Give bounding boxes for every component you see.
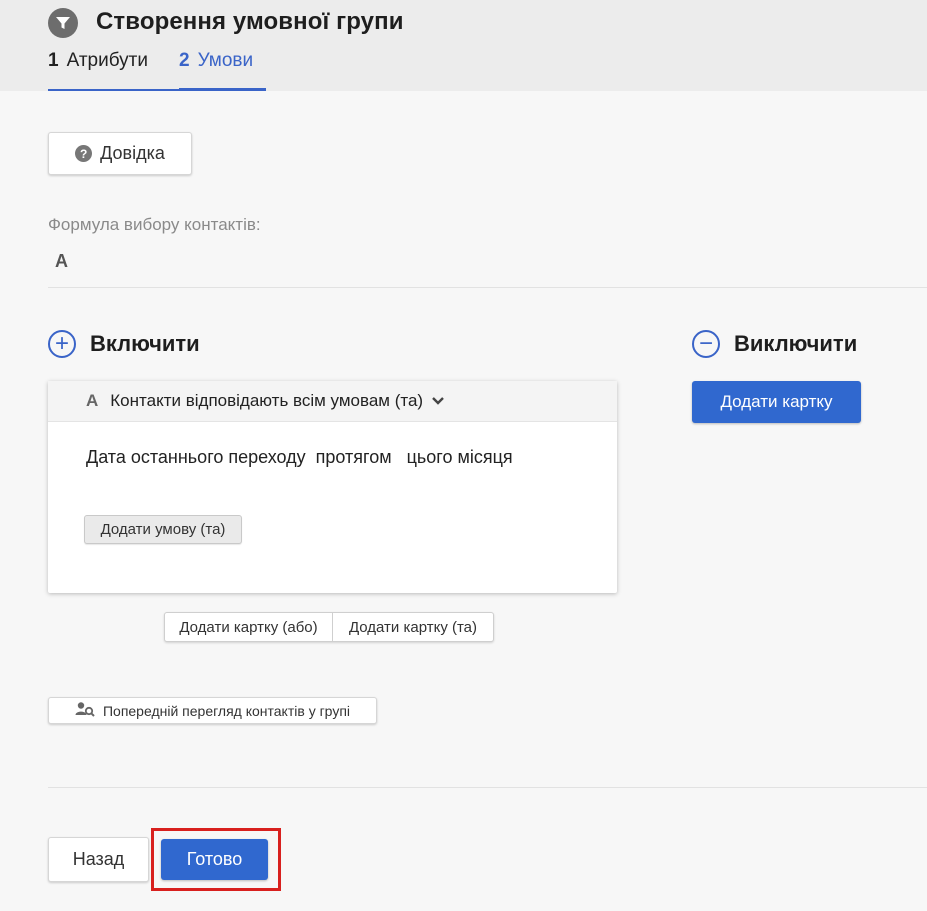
- help-button-label: Довідка: [100, 143, 165, 163]
- condition-text[interactable]: Дата останнього переходу протягом цього …: [86, 447, 513, 468]
- exclude-section-header: − Виключити: [692, 330, 857, 358]
- step-number: 2: [179, 50, 190, 71]
- include-title: Включити: [90, 331, 200, 356]
- page-title: Створення умовної групи: [96, 8, 404, 35]
- tab-conditions[interactable]: 2 Умови: [179, 50, 266, 91]
- add-card-and-button[interactable]: Додати картку (та): [333, 613, 493, 641]
- condition-card: A Контакти відповідають всім умовам (та)…: [48, 381, 617, 593]
- chevron-down-icon[interactable]: [431, 391, 445, 411]
- back-button[interactable]: Назад: [48, 837, 149, 882]
- question-icon: ?: [75, 145, 93, 162]
- exclude-title: Виключити: [734, 331, 858, 356]
- funnel-icon: [48, 8, 78, 38]
- minus-circle-icon[interactable]: −: [692, 330, 720, 358]
- add-card-or-button[interactable]: Додати картку (або): [165, 613, 333, 641]
- step-label: Атрибути: [66, 50, 148, 71]
- card-letter: A: [86, 391, 99, 410]
- plus-circle-icon[interactable]: +: [48, 330, 76, 358]
- preview-contacts-button[interactable]: Попередній перегляд контактів у групі: [48, 697, 377, 724]
- divider: [48, 287, 927, 288]
- formula-label: Формула вибору контактів:: [48, 215, 261, 234]
- user-search-icon: [75, 701, 95, 720]
- card-header[interactable]: A Контакти відповідають всім умовам (та): [48, 381, 617, 422]
- step-label: Умови: [197, 50, 254, 71]
- include-section-header: + Включити: [48, 330, 200, 358]
- add-card-button-group: Додати картку (або) Додати картку (та): [164, 612, 494, 642]
- step-number: 1: [48, 50, 59, 71]
- preview-button-label: Попередній перегляд контактів у групі: [102, 702, 351, 719]
- exclude-add-card-button[interactable]: Додати картку: [692, 381, 861, 423]
- done-button[interactable]: Готово: [161, 839, 268, 880]
- page-header: Створення умовної групи 1 Атрибути 2 Умови: [0, 0, 927, 91]
- add-condition-button[interactable]: Додати умову (та): [84, 515, 242, 544]
- tab-attributes[interactable]: 1 Атрибути: [48, 50, 179, 91]
- card-header-label: Контакти відповідають всім умовам (та): [110, 391, 424, 410]
- help-button[interactable]: ? Довідка: [48, 132, 192, 175]
- divider: [48, 787, 927, 788]
- formula-value: A: [55, 251, 68, 271]
